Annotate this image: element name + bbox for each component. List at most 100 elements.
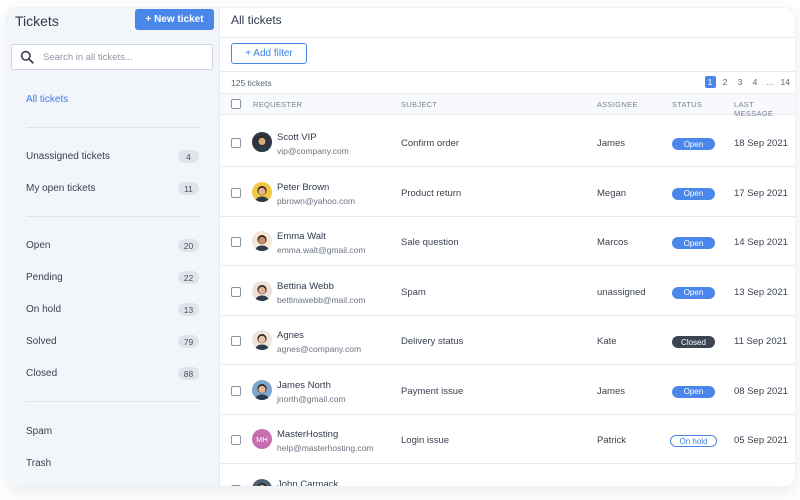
count-badge: 4: [178, 150, 199, 163]
requester-name: John Carmack: [277, 478, 339, 487]
sidebar-item-pending[interactable]: Pending 22: [7, 270, 220, 286]
add-filter-button[interactable]: + Add filter: [231, 43, 307, 64]
table-row[interactable]: Peter Brown pbrown@yahoo.com Product retur…: [220, 167, 795, 217]
sidebar-item-label: Unassigned tickets: [26, 151, 110, 162]
avatar: MH: [252, 429, 272, 449]
last-message-date: 11 Sep 2021: [734, 336, 788, 347]
row-checkbox[interactable]: [231, 286, 241, 297]
last-message-date: 18 Sep 2021: [734, 138, 788, 149]
page-14-button[interactable]: 14: [780, 76, 791, 88]
ticket-subject: Sale question: [401, 237, 459, 248]
status-badge: On hold: [670, 435, 717, 447]
count-badge: 11: [178, 182, 199, 195]
ticket-assignee: Kate: [597, 336, 617, 347]
ticket-subject: Delivery status: [401, 336, 464, 347]
last-message-date: 17 Sep 2021: [734, 187, 788, 199]
ticket-subject: Product return: [401, 187, 462, 199]
requester-email: emma.walt@gmail.com: [277, 245, 366, 255]
row-checkbox[interactable]: [231, 336, 241, 346]
page-3-button[interactable]: 3: [735, 76, 746, 88]
search-input[interactable]: [43, 51, 203, 63]
last-message-date: 14 Sep 2021: [734, 237, 788, 248]
count-badge: 79: [178, 335, 199, 348]
page-1-button[interactable]: 1: [704, 76, 716, 88]
status-badge: Open: [672, 138, 715, 150]
ticket-subject: Payment issue: [401, 385, 464, 397]
sidebar-item-trash[interactable]: Trash: [26, 458, 51, 469]
sidebar-item-closed[interactable]: Closed 88: [7, 366, 220, 382]
row-checkbox[interactable]: [231, 237, 241, 247]
sidebar-item-my-open[interactable]: My open tickets 11: [7, 181, 220, 197]
sidebar-title: Tickets: [15, 13, 59, 29]
page-2-button[interactable]: 2: [720, 76, 731, 88]
avatar: [252, 181, 272, 202]
requester-name: Bettina Webb: [277, 280, 334, 292]
select-all-checkbox[interactable]: [231, 99, 241, 109]
table-header: REQUESTER SUBJECT ASSIGNEE STATUS LAST M…: [220, 93, 795, 118]
requester-email: vip@company.com: [277, 146, 349, 156]
sidebar-divider: [26, 401, 199, 402]
row-checkbox[interactable]: [231, 138, 241, 148]
requester-name: Scott VIP: [277, 132, 317, 143]
count-badge: 22: [178, 271, 199, 284]
helpdesk-app: Tickets + New ticket All tickets Unassig…: [7, 8, 795, 486]
column-header-last-message[interactable]: LAST MESSAGE: [734, 100, 795, 118]
column-header-assignee[interactable]: ASSIGNEE: [597, 100, 638, 109]
count-badge: 20: [178, 239, 199, 252]
status-badge: Open: [672, 187, 715, 200]
requester-email: agnes@company.com: [277, 344, 362, 354]
sidebar-divider: [26, 216, 199, 217]
requester-email: help@masterhosting.com: [277, 443, 374, 453]
new-ticket-button[interactable]: + New ticket: [135, 9, 214, 30]
ticket-assignee: James: [597, 385, 625, 397]
ticket-subject: Spam: [401, 286, 426, 298]
sidebar-item-open[interactable]: Open 20: [7, 238, 220, 254]
user-photo-icon: [252, 132, 272, 152]
search-icon: [20, 50, 34, 64]
sidebar-item-all-tickets[interactable]: All tickets: [26, 94, 68, 105]
table-row[interactable]: Agnes agnes@company.com Delivery status Kat…: [220, 316, 795, 365]
sidebar-item-label: Open: [26, 240, 51, 251]
user-photo-icon: [252, 181, 272, 202]
ticket-assignee: Patrick: [597, 435, 627, 446]
table-row[interactable]: John Carmack: [220, 464, 795, 487]
pagination: 1 2 3 4 ... 14: [704, 76, 791, 88]
table-row[interactable]: James North jnorth@gmail.com Payment issue…: [220, 365, 795, 415]
ticket-assignee: James: [597, 138, 625, 149]
requester-name: Emma Walt: [277, 231, 326, 242]
table-row[interactable]: Emma Walt emma.walt@gmail.com Sale questio…: [220, 217, 795, 266]
status-badge: Open: [672, 385, 715, 398]
sidebar-item-solved[interactable]: Solved 79: [7, 334, 220, 350]
column-header-subject[interactable]: SUBJECT: [401, 100, 437, 109]
column-header-status[interactable]: STATUS: [672, 100, 702, 109]
sidebar-item-on-hold[interactable]: On hold 13: [7, 302, 220, 318]
sidebar-item-unassigned[interactable]: Unassigned tickets 4: [7, 149, 220, 165]
requester-name: Peter Brown: [277, 181, 330, 193]
status-badge: Open: [672, 237, 715, 249]
ticket-assignee: unassigned: [597, 286, 646, 298]
table-row[interactable]: MH MasterHosting help@masterhosting.com Log…: [220, 415, 795, 464]
requester-email: pbrown@yahoo.com: [277, 195, 356, 206]
row-checkbox[interactable]: [231, 435, 241, 445]
user-photo-icon: [252, 280, 272, 301]
row-checkbox[interactable]: [231, 484, 241, 486]
requester-name: Agnes: [277, 330, 304, 341]
column-header-requester[interactable]: REQUESTER: [253, 100, 302, 109]
header-divider: [220, 37, 795, 38]
ticket-assignee: Megan: [597, 187, 627, 199]
sidebar-item-spam[interactable]: Spam: [26, 426, 52, 437]
page-ellipsis: ...: [766, 77, 774, 87]
sidebar-item-label: Pending: [26, 272, 63, 283]
sidebar-item-label: Closed: [26, 368, 58, 379]
ticket-assignee: Marcos: [597, 237, 629, 248]
user-photo-icon: [252, 478, 272, 486]
search-box[interactable]: [11, 44, 213, 70]
requester-email: jnorth@gmail.com: [277, 393, 346, 404]
page-4-button[interactable]: 4: [750, 76, 761, 88]
table-row[interactable]: Scott VIP vip@company.com Confirm order Jam…: [220, 118, 795, 167]
count-badge: 13: [178, 303, 199, 316]
sidebar: Tickets + New ticket All tickets Unassig…: [7, 8, 220, 486]
row-checkbox[interactable]: [231, 385, 241, 396]
row-checkbox[interactable]: [231, 187, 241, 198]
table-row[interactable]: Bettina Webb bettinawebb@mail.com Spam unas…: [220, 266, 795, 316]
